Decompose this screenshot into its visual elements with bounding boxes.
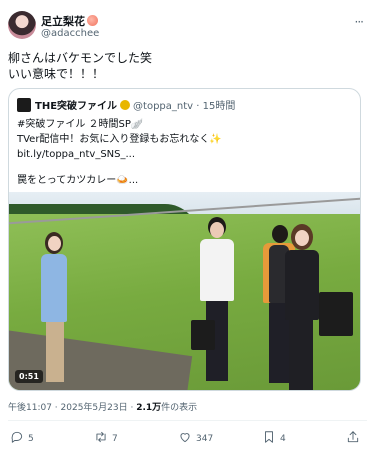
reply-icon [11,431,23,443]
video-player[interactable]: 0:51 [9,192,360,390]
quoted-text-line: 罠をとってカツカレー🍛... [17,175,139,186]
reply-count: 5 [28,434,34,444]
author-handle[interactable]: @adacchee [41,28,99,39]
like-button[interactable]: 347 [178,430,213,448]
quoted-text-line: #突破ファイル ２時間SP🪽 [17,119,144,130]
author-name[interactable]: 足立梨花 [41,15,85,28]
video-bag [191,320,215,350]
heart-icon [180,433,190,443]
quoted-author-handle[interactable]: @toppa_ntv [133,101,193,112]
views-label: 件の表示 [161,403,198,413]
post-text-line: いい意味で！！！ [8,67,105,81]
post-text: 柳さんはバケモンでした笑 いい意味で！！！ [8,50,152,82]
quoted-post-text: #突破ファイル ２時間SP🪽 TVer配信中！お気に入り登録もお忘れなく✨ bi… [17,117,222,188]
verified-badge-icon [120,100,131,110]
quoted-text-line: TVer配信中！お気に入り登録もお忘れなく✨ [17,134,222,145]
repost-count: 7 [112,434,118,444]
views-count: 2.1万 [136,403,162,413]
action-bar: 5 7 347 4 [8,430,363,448]
video-person-woman [37,232,77,382]
quoted-avatar[interactable] [17,98,31,112]
reply-button[interactable]: 5 [10,430,34,448]
bookmark-button[interactable]: 4 [262,430,286,448]
bookmark-icon [265,431,273,443]
quoted-text-blank [17,162,222,173]
post-text-line: 柳さんはバケモンでした笑 [8,51,153,65]
video-timecode: 0:51 [15,370,43,383]
quoted-text-link[interactable]: bit.ly/toppa_ntv_SNS_... [17,147,222,162]
repost-icon [96,431,106,443]
avatar[interactable] [8,11,36,39]
more-options-icon[interactable]: ··· [355,15,365,29]
repost-button[interactable]: 7 [94,430,118,448]
post-header: 足立梨花 @adacchee ··· [8,11,367,43]
quoted-post-header: THE突破ファイル @toppa_ntv · 15時間 [17,97,236,112]
divider [8,420,367,421]
post-timestamp[interactable]: 午後11:07 · 2025年5月23日 · [8,403,136,413]
video-bag-2 [319,292,353,336]
share-icon [347,431,359,443]
quoted-post-time: 15時間 [202,101,236,112]
author-name-line[interactable]: 足立梨花 [41,13,98,29]
share-button[interactable] [346,430,364,448]
quoted-post[interactable]: THE突破ファイル @toppa_ntv · 15時間 #突破ファイル ２時間SP… [8,88,361,391]
quoted-author-name[interactable]: THE突破ファイル [35,101,117,112]
video-person-man [194,217,240,387]
bookmark-count: 4 [280,434,286,444]
like-count: 347 [196,434,214,444]
peach-emoji-icon [87,15,98,26]
post-meta: 午後11:07 · 2025年5月23日 · 2.1万件の表示 [8,400,197,413]
